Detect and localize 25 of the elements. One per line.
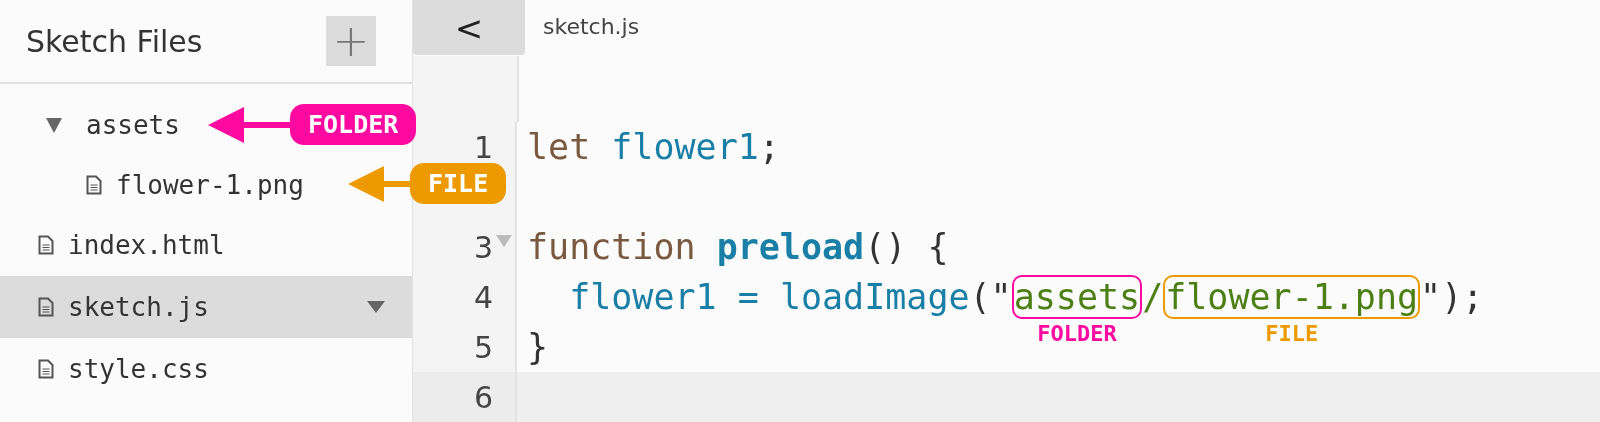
annotation-label: FILE [1265,320,1319,347]
file-tree-item[interactable]: sketch.js [38,292,209,322]
sidebar-title: Sketch Files [26,23,203,59]
annotation-label: FOLDER [1037,320,1117,347]
line-number: 3 [473,229,493,265]
line-number: 5 [473,329,493,365]
file-icon [38,359,54,379]
callout-badge: FILE [410,163,507,204]
file-tree-item[interactable]: index.html [38,230,225,260]
file-tree-item[interactable]: style.css [38,354,209,384]
file-icon [38,297,54,317]
collapse-button[interactable]: < [413,0,525,55]
code-line: function preload() { [527,227,949,267]
callout-badge: FOLDER [290,104,417,145]
file-tree-item[interactable]: assets [44,110,180,140]
file-tab[interactable]: sketch.js [543,14,640,39]
caret-icon[interactable] [366,300,386,314]
file-tree-item[interactable]: flower-1.png [86,170,304,200]
file-icon [86,175,102,195]
expand-triangle-icon[interactable] [44,115,64,135]
line-number: 4 [473,279,493,315]
line-number: 6 [473,379,493,415]
file-icon [38,235,54,255]
code-line: let flower1; [527,127,780,167]
line-number: 1 [473,129,493,165]
